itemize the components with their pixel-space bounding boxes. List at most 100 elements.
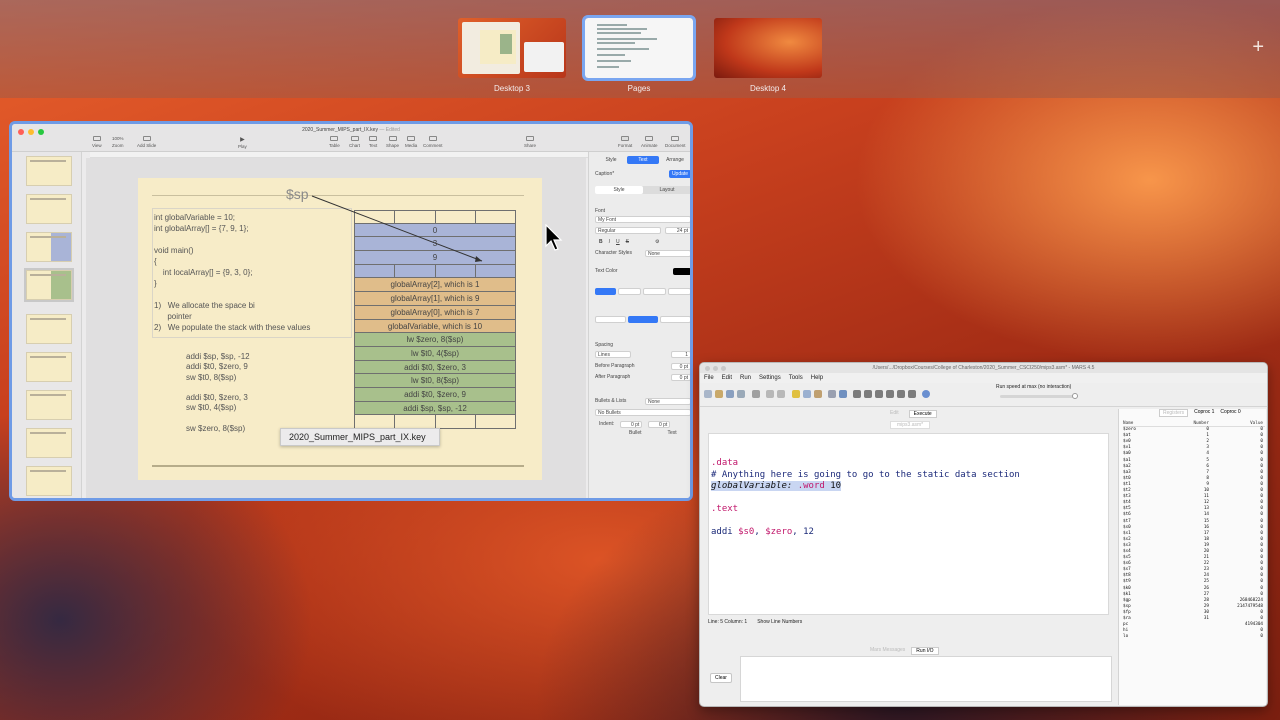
code-line[interactable] [711,516,1106,528]
space-desktop-4[interactable]: Desktop 4 [714,18,822,93]
align-left-button[interactable] [595,288,616,295]
stack-cell[interactable]: lw $zero, 8($sp) [354,333,516,347]
tab-arrange[interactable]: Arrange [659,156,690,164]
stack-cell[interactable]: globalArray[0], which is 7 [354,305,516,320]
tab-registers[interactable]: Registers [1159,409,1189,417]
tab-style[interactable]: Style [595,156,627,164]
toolbar-chart-button[interactable]: Chart [349,136,360,148]
stop-icon[interactable] [897,390,905,398]
after-paragraph-field[interactable]: 0 pt [671,374,690,381]
tab-coproc-0[interactable]: Coproc 0 [1220,409,1240,417]
undo-icon[interactable] [766,390,774,398]
code-line[interactable] [711,493,1106,505]
text-indent-field[interactable]: 0 pt [648,421,671,428]
clear-button[interactable]: Clear [710,673,732,683]
run-icon[interactable] [853,390,861,398]
slide-thumbnail-selected[interactable] [24,268,74,302]
bullet-style-select[interactable]: No Bullets [595,409,690,416]
bold-button[interactable]: B [599,239,603,245]
code-line[interactable]: .text [711,504,1106,516]
space-thumbnail[interactable] [714,18,822,78]
tab-text[interactable]: Text [627,156,659,164]
mips-code-text[interactable]: addi $sp, $sp, -12 addi $t0, $zero, 9 sw… [186,352,250,434]
menu-file[interactable]: File [704,373,714,383]
c-code-text[interactable]: int globalVariable = 10; int globalArray… [154,212,253,289]
font-name-select[interactable]: My Font [595,216,690,223]
find-icon[interactable] [828,390,836,398]
before-paragraph-field[interactable]: 0 pt [671,363,690,370]
space-thumbnail[interactable] [582,15,696,81]
save-icon[interactable] [726,390,734,398]
show-line-numbers-checkbox[interactable]: Show Line Numbers [757,619,802,625]
toolbar-document-button[interactable]: Document [665,136,686,148]
spacing-select[interactable]: Lines [595,351,631,358]
menu-settings[interactable]: Settings [759,373,781,383]
slide-thumbnail[interactable] [26,428,72,458]
menu-help[interactable]: Help [811,373,823,383]
character-styles-select[interactable]: None [645,250,690,257]
reset-icon[interactable] [908,390,916,398]
cut-icon[interactable] [792,390,800,398]
toolbar-animate-button[interactable]: Animate [641,136,658,148]
stack-cell[interactable]: lw $t0, 8($sp) [354,374,516,388]
toolbar-media-button[interactable]: Media [405,136,417,148]
menu-edit[interactable]: Edit [722,373,732,383]
code-line[interactable]: # Anything here is going to go to the st… [711,470,1106,482]
slide-thumbnail[interactable] [26,314,72,344]
bullet-list[interactable]: 1) We allocate the space bi pointer 2) W… [154,300,310,333]
stack-cell[interactable]: addi $t0, $zero, 9 [354,387,516,402]
toolbar-add-slide-button[interactable]: Add Slide [137,136,156,148]
bullet-indent-field[interactable]: 0 pt [620,421,643,428]
indent-more-button[interactable] [659,316,690,323]
outdent-button[interactable] [595,316,627,323]
stack-cell[interactable] [354,415,516,429]
align-justify-button[interactable] [668,288,690,295]
new-file-icon[interactable] [704,390,712,398]
space-desktop-3[interactable]: Desktop 3 [458,18,566,93]
menu-run[interactable]: Run [740,373,751,383]
tab-run-io[interactable]: Run I/O [911,647,939,655]
paragraph-style-select[interactable]: Caption* [595,170,665,178]
menu-tools[interactable]: Tools [789,373,803,383]
slide-canvas[interactable]: $sp int globalVariable = 10; int globalA… [86,158,586,498]
close-icon[interactable] [705,366,710,371]
stack-cell[interactable] [354,264,516,279]
stack-cell[interactable]: addi $t0, $zero, 3 [354,360,516,375]
code-line[interactable]: .data [711,458,1106,470]
slide-thumbnail[interactable] [26,466,72,496]
tab-mars-messages[interactable]: Mars Messages [870,647,905,655]
save-as-icon[interactable] [737,390,745,398]
align-right-button[interactable] [643,288,666,295]
gear-icon[interactable]: ⚙ [655,239,659,245]
file-tab[interactable]: mips3.asm* [890,421,931,429]
strikethrough-button[interactable]: S [626,239,629,245]
help-icon[interactable] [922,390,930,398]
underline-button[interactable]: U [616,239,620,245]
indent-button[interactable] [628,316,658,323]
subtab-style[interactable]: Style [595,186,643,194]
font-size-field[interactable]: 24 pt [665,227,690,234]
tab-coproc-1[interactable]: Coproc 1 [1194,409,1214,417]
run-speed-slider[interactable] [1000,393,1078,399]
code-line[interactable]: globalVariable: .word 10 [711,481,1106,493]
subtab-layout[interactable]: Layout [643,186,690,194]
toolbar-shape-button[interactable]: Shape [386,136,399,148]
sp-label[interactable]: $sp [286,186,309,202]
text-color-well[interactable] [673,268,690,275]
space-thumbnail[interactable] [458,18,566,78]
font-weight-select[interactable]: Regular [595,227,661,234]
stack-cell[interactable]: 0 [354,223,516,238]
toolbar-format-button[interactable]: Format [618,136,632,148]
slide-thumbnail[interactable] [26,194,72,224]
print-icon[interactable] [752,390,760,398]
pause-icon[interactable] [886,390,894,398]
step-icon[interactable] [864,390,872,398]
stack-diagram[interactable]: 0 3 9 globalArray[2], which is 1 globalArray… [354,210,516,429]
align-center-button[interactable] [618,288,641,295]
tab-edit[interactable]: Edit [886,410,903,418]
backstep-icon[interactable] [875,390,883,398]
bullets-lists-select[interactable]: None [645,398,690,405]
toolbar-view-button[interactable]: View [92,136,102,148]
assemble-icon[interactable] [839,390,847,398]
toolbar-zoom-button[interactable]: 100% Zoom [112,136,124,148]
